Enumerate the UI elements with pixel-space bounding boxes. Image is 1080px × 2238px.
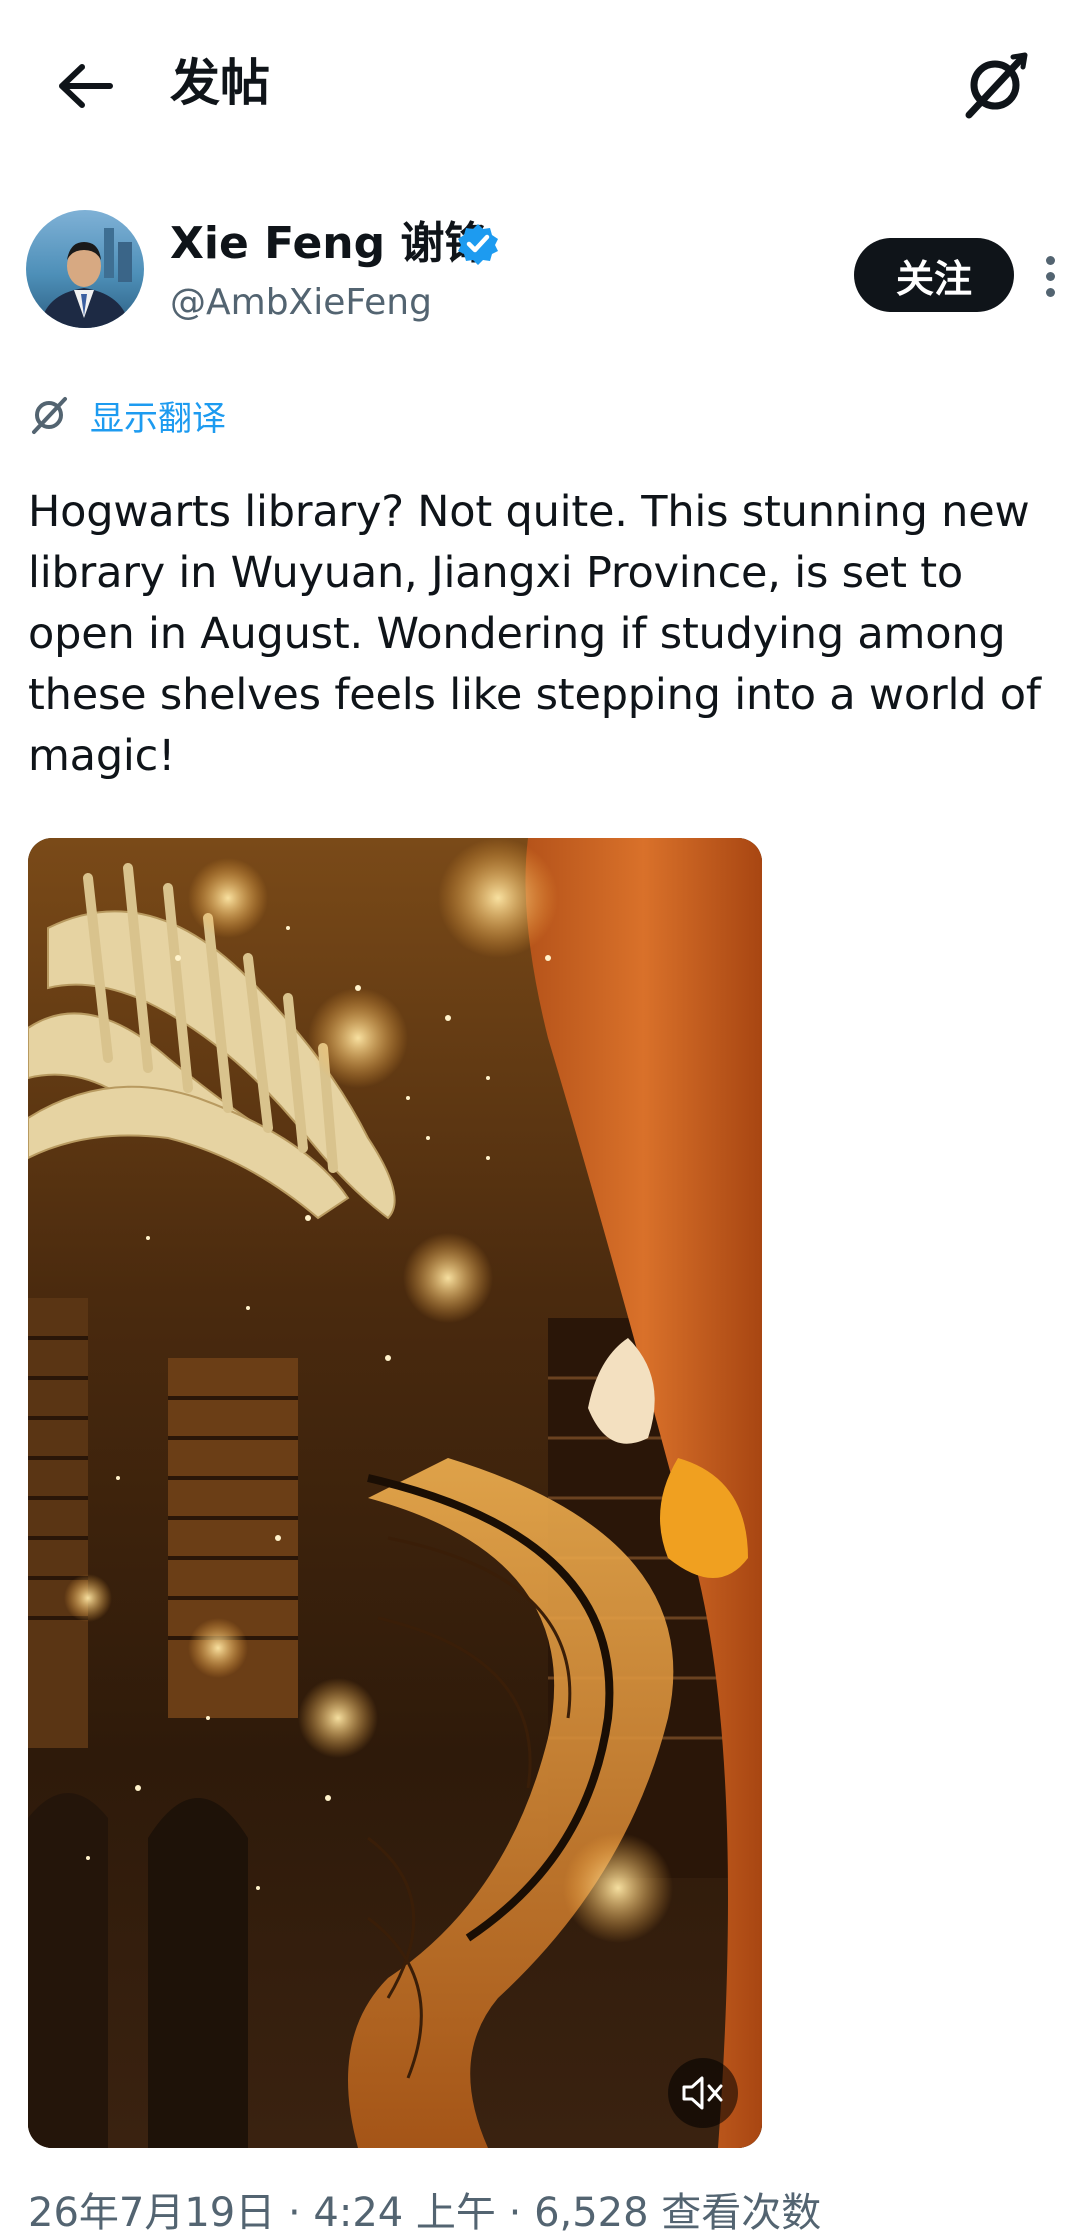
author-handle[interactable]: @AmbXieFeng — [170, 280, 432, 326]
translate-toggle-button[interactable] — [950, 40, 1040, 130]
tweet-text: Hogwarts library? Not quite. This stunni… — [28, 487, 1041, 781]
show-translation-label: 显示翻译 — [90, 398, 226, 439]
author-row: Xie Feng 谢锋 @AmbXieFeng 关注 — [26, 210, 1056, 332]
top-bar: 发帖 — [0, 0, 1080, 160]
more-options-button[interactable] — [1038, 246, 1062, 306]
more-vertical-icon — [1045, 255, 1055, 265]
volume-muted-icon — [682, 2076, 723, 2110]
timestamp-row: 26年7月19日 · 4:24 上午 · 6,528 查看次数 — [28, 2190, 822, 2236]
show-translation-link[interactable]: 显示翻译 — [28, 390, 226, 440]
author-name[interactable]: Xie Feng 谢锋 — [170, 216, 488, 272]
avatar[interactable] — [26, 210, 144, 328]
translate-icon — [28, 394, 70, 436]
translate-off-icon — [965, 52, 1028, 119]
arrow-left-icon — [59, 64, 113, 108]
verified-badge-icon — [458, 224, 498, 265]
tweet-video[interactable] — [28, 838, 762, 2148]
page-title: 发帖 — [170, 54, 270, 112]
back-button[interactable] — [50, 50, 122, 122]
mute-button[interactable] — [668, 2058, 738, 2128]
follow-button[interactable]: 关注 — [854, 238, 1014, 312]
